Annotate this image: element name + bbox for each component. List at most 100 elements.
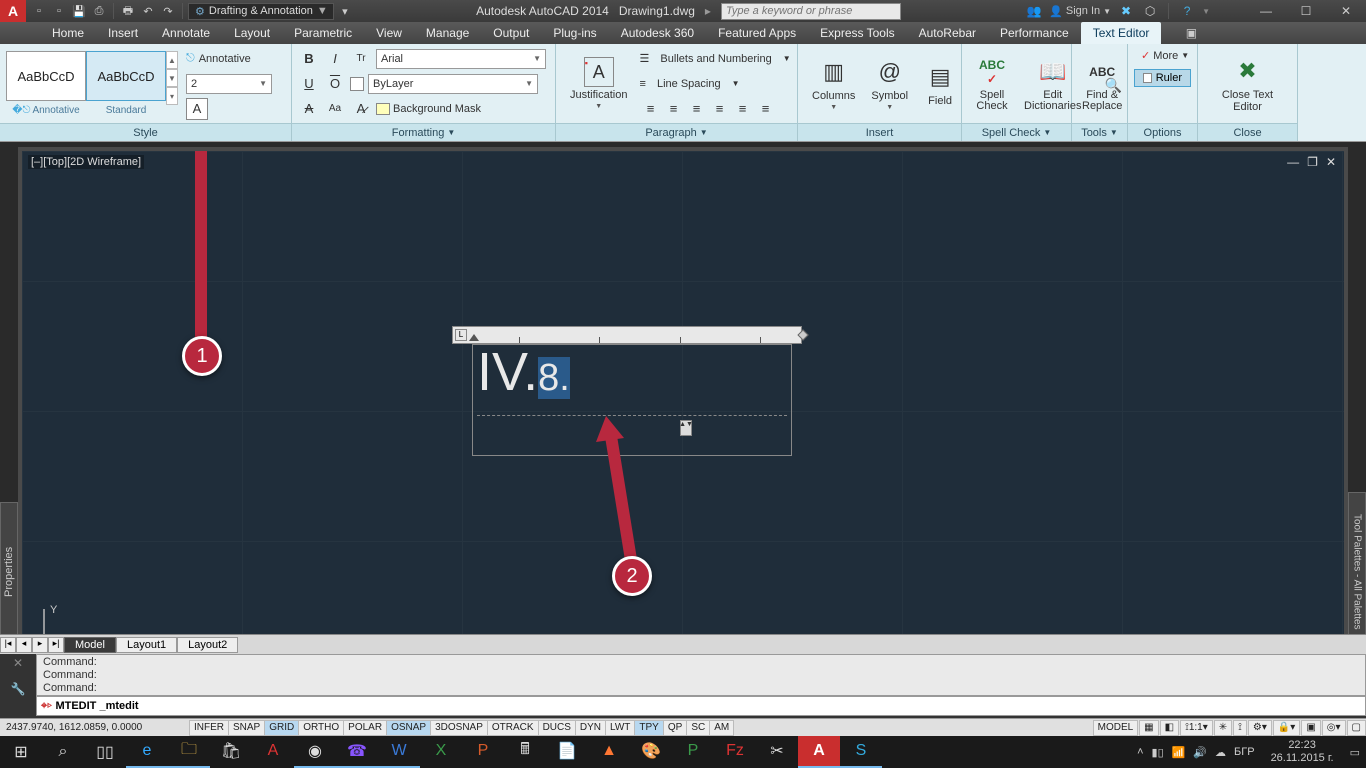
help-icon[interactable]: ? xyxy=(1178,2,1196,20)
tab-marker-icon[interactable]: L xyxy=(455,329,467,341)
panel-title-tools[interactable]: Tools▼ xyxy=(1072,123,1127,141)
window-close-button[interactable]: ✕ xyxy=(1326,0,1366,22)
ruler-button[interactable]: Ruler xyxy=(1134,69,1191,87)
notes-icon[interactable]: 📄 xyxy=(546,736,588,768)
caps-button[interactable]: Aa xyxy=(324,98,346,120)
acrobat-icon[interactable]: A xyxy=(252,736,294,768)
find-replace-button[interactable]: ABC🔍Find & Replace xyxy=(1074,54,1130,114)
strikethrough-button[interactable]: A xyxy=(298,98,320,120)
search-icon[interactable]: ⌕ xyxy=(42,736,84,768)
tab-expresstools[interactable]: Express Tools xyxy=(808,22,906,44)
model-button[interactable]: MODEL xyxy=(1093,720,1139,736)
tab-plugins[interactable]: Plug-ins xyxy=(541,22,608,44)
coordinates-readout[interactable]: 2437.9740, 1612.0859, 0.0000 xyxy=(0,722,190,733)
clear-button[interactable]: A̷ xyxy=(350,98,372,120)
paint-icon[interactable]: 🎨 xyxy=(630,736,672,768)
tab-annotate[interactable]: Annotate xyxy=(150,22,222,44)
store-icon[interactable]: 🛍 xyxy=(210,736,252,768)
nav-last-icon[interactable]: ▸| xyxy=(48,637,64,653)
onedrive-icon[interactable]: ☁ xyxy=(1215,746,1226,759)
nav-first-icon[interactable]: |◂ xyxy=(0,637,16,653)
status-toggle-ortho[interactable]: ORTHO xyxy=(298,720,344,736)
status-grid-icon[interactable]: ▦ xyxy=(1139,720,1158,736)
window-maximize-button[interactable]: ☐ xyxy=(1286,0,1326,22)
status-toggle-snap[interactable]: SNAP xyxy=(228,720,265,736)
style-expand-icon[interactable]: ▾ xyxy=(166,87,178,105)
font-icon[interactable]: Tr xyxy=(350,48,372,70)
skype-icon[interactable]: S xyxy=(840,736,882,768)
calculator-icon[interactable]: 🖩 xyxy=(504,736,546,768)
style-annotative[interactable]: AaBbCcD xyxy=(6,51,86,101)
status-toggle-lwt[interactable]: LWT xyxy=(605,720,635,736)
panel-title-paragraph[interactable]: Paragraph▼ xyxy=(556,123,797,141)
taskview-icon[interactable]: ▯▯ xyxy=(84,736,126,768)
annotation-auto-icon[interactable]: ⟟ xyxy=(1233,720,1247,736)
save-icon[interactable]: 💾 xyxy=(70,2,88,20)
wifi-icon[interactable]: 📶 xyxy=(1172,746,1186,759)
toolpalettes-tab[interactable]: Tool Palettes - All Palettes xyxy=(1348,492,1366,652)
status-toggle-polar[interactable]: POLAR xyxy=(343,720,387,736)
tab-view[interactable]: View xyxy=(364,22,414,44)
excel-icon[interactable]: X xyxy=(420,736,462,768)
window-minimize-button[interactable]: — xyxy=(1246,0,1286,22)
isolate-icon[interactable]: ◎▾ xyxy=(1322,720,1346,736)
status-toggle-osnap[interactable]: OSNAP xyxy=(386,720,431,736)
model-viewport[interactable]: [–][Top][2D Wireframe] — ❐ ✕ Y X L IV. xyxy=(18,147,1348,713)
viewport-label[interactable]: [–][Top][2D Wireframe] xyxy=(28,155,144,169)
signin-button[interactable]: 👤 Sign In ▼ xyxy=(1049,5,1111,18)
mtext-height-handle-icon[interactable]: ▲▼ xyxy=(680,420,692,436)
undo-icon[interactable]: ↶ xyxy=(139,2,157,20)
close-text-editor-button[interactable]: ✖Close Text Editor xyxy=(1204,53,1291,115)
panel-title-style[interactable]: Style xyxy=(0,123,291,141)
status-toggle-am[interactable]: AM xyxy=(709,720,734,736)
lock-icon[interactable]: 🔒▾ xyxy=(1273,720,1300,736)
nav-prev-icon[interactable]: ◂ xyxy=(16,637,32,653)
layout-tab-model[interactable]: Model xyxy=(64,637,116,653)
word-icon[interactable]: W xyxy=(378,736,420,768)
tab-performance[interactable]: Performance xyxy=(988,22,1081,44)
annotation-visibility-icon[interactable]: ✳ xyxy=(1214,720,1232,736)
tray-chevron-icon[interactable]: ˄ xyxy=(1137,746,1143,758)
cmd-config-icon[interactable]: 🔧 xyxy=(11,682,26,696)
mask-icon[interactable]: A xyxy=(186,98,208,120)
print-icon[interactable]: 🖶 xyxy=(119,2,137,20)
powerpoint-icon[interactable]: P xyxy=(462,736,504,768)
volume-icon[interactable]: 🔊 xyxy=(1193,746,1207,759)
status-toggle-tpy[interactable]: TPY xyxy=(634,720,663,736)
exchange-icon[interactable]: ✖ xyxy=(1117,2,1135,20)
snip-icon[interactable]: ✂ xyxy=(756,736,798,768)
text-height-combo[interactable]: 2▼ xyxy=(186,74,272,94)
vp-close-icon[interactable]: ✕ xyxy=(1324,155,1338,169)
filezilla-icon[interactable]: Fz xyxy=(714,736,756,768)
status-toggle-ducs[interactable]: DUCS xyxy=(538,720,576,736)
more-button[interactable]: ✓More▼ xyxy=(1134,46,1191,65)
vlc-icon[interactable]: ▲ xyxy=(588,736,630,768)
clock[interactable]: 22:2326.11.2015 г. xyxy=(1263,737,1342,767)
italic-button[interactable]: I xyxy=(324,48,346,70)
project-icon[interactable]: P xyxy=(672,736,714,768)
tab-home[interactable]: Home xyxy=(40,22,96,44)
justification-button[interactable]: A▪ Justification▼ xyxy=(562,55,635,112)
status-toggle-sc[interactable]: SC xyxy=(686,720,710,736)
layout-tab-layout2[interactable]: Layout2 xyxy=(177,637,238,653)
align-fit-button[interactable]: ≡ xyxy=(754,98,776,120)
status-toggle-otrack[interactable]: OTRACK xyxy=(487,720,539,736)
status-toggle-dyn[interactable]: DYN xyxy=(575,720,606,736)
start-button[interactable]: ⊞ xyxy=(0,736,42,768)
tab-layout[interactable]: Layout xyxy=(222,22,282,44)
linespacing-button[interactable]: ≡ Line Spacing ▼ xyxy=(639,72,790,96)
tab-autorebar[interactable]: AutoRebar xyxy=(907,22,988,44)
workspace-icon[interactable]: ⚙▾ xyxy=(1248,720,1272,736)
field-button[interactable]: ▤Field xyxy=(916,59,964,109)
command-line[interactable]: ⌖▹ MTEDIT _mtedit xyxy=(36,696,1366,716)
clean-screen-icon[interactable]: ▢ xyxy=(1347,720,1366,736)
annotation-scale-button[interactable]: ⟟ 1:1 ▾ xyxy=(1180,720,1213,736)
status-layout-icon[interactable]: ◧ xyxy=(1160,720,1179,736)
font-combo[interactable]: Arial▼ xyxy=(376,49,546,69)
bold-button[interactable]: B xyxy=(298,48,320,70)
bullets-button[interactable]: ☰ Bullets and Numbering ▼ xyxy=(639,47,790,71)
hardware-accel-icon[interactable]: ▣ xyxy=(1301,720,1320,736)
cmd-close-icon[interactable]: ✕ xyxy=(13,656,23,670)
mtext-content[interactable]: IV.8. xyxy=(473,342,574,402)
panel-title-formatting[interactable]: Formatting▼ xyxy=(292,123,555,141)
